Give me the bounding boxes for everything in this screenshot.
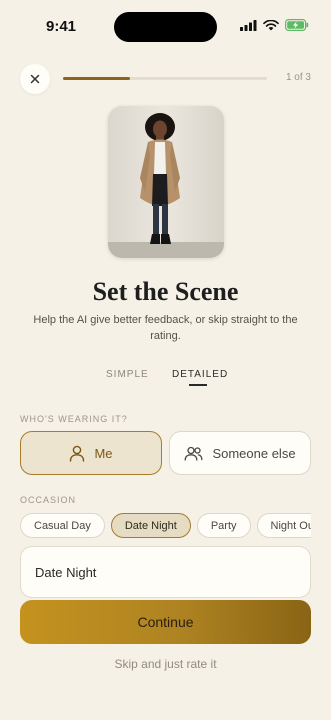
occasion-chip-casual-day[interactable]: Casual Day: [20, 513, 105, 538]
occasion-chip-party[interactable]: Party: [196, 513, 251, 538]
wearer-option-me[interactable]: Me: [20, 431, 162, 475]
wearer-section-label: WHO'S WEARING IT?: [20, 414, 128, 424]
active-tab-indicator: [189, 384, 207, 386]
wearer-option-someone-else-label: Someone else: [212, 445, 296, 461]
battery-charging-icon: [285, 19, 309, 31]
status-time: 9:41: [46, 18, 77, 35]
tab-detailed[interactable]: DETAILED: [172, 369, 228, 380]
occasion-section-label: OCCASION: [20, 495, 77, 505]
cellular-signal-icon: [240, 19, 257, 31]
status-bar: 9:41: [0, 0, 331, 54]
tab-simple[interactable]: SIMPLE: [106, 369, 149, 380]
progress-bar: [63, 77, 267, 80]
wifi-icon: [263, 19, 279, 30]
page-title: Set the Scene: [92, 277, 239, 306]
occasion-chips: Casual Day Date Night Party Night Out: [20, 513, 311, 539]
skip-link[interactable]: Skip and just rate it: [0, 657, 331, 671]
mode-tabs: SIMPLE DETAILED: [0, 369, 331, 389]
continue-button[interactable]: Continue: [20, 600, 311, 644]
page-subtitle: Help the AI give better feedback, or ski…: [33, 314, 298, 342]
top-navigation: 1 of 3: [20, 62, 311, 94]
dynamic-island: [114, 12, 217, 42]
occasion-input[interactable]: Date Night: [20, 546, 311, 598]
people-icon: [184, 446, 203, 461]
progress-fill: [63, 77, 131, 80]
wearer-option-me-label: Me: [94, 445, 113, 461]
step-indicator: 1 of 3: [285, 72, 311, 83]
occasion-chip-date-night[interactable]: Date Night: [110, 513, 191, 538]
status-icons: [240, 19, 309, 31]
close-icon: [30, 74, 40, 84]
wearer-option-someone-else[interactable]: Someone else: [169, 431, 311, 475]
occasion-chip-night-out[interactable]: Night Out: [256, 513, 311, 538]
close-button[interactable]: [20, 64, 50, 94]
person-icon: [70, 445, 85, 462]
outfit-photo: [108, 106, 224, 258]
